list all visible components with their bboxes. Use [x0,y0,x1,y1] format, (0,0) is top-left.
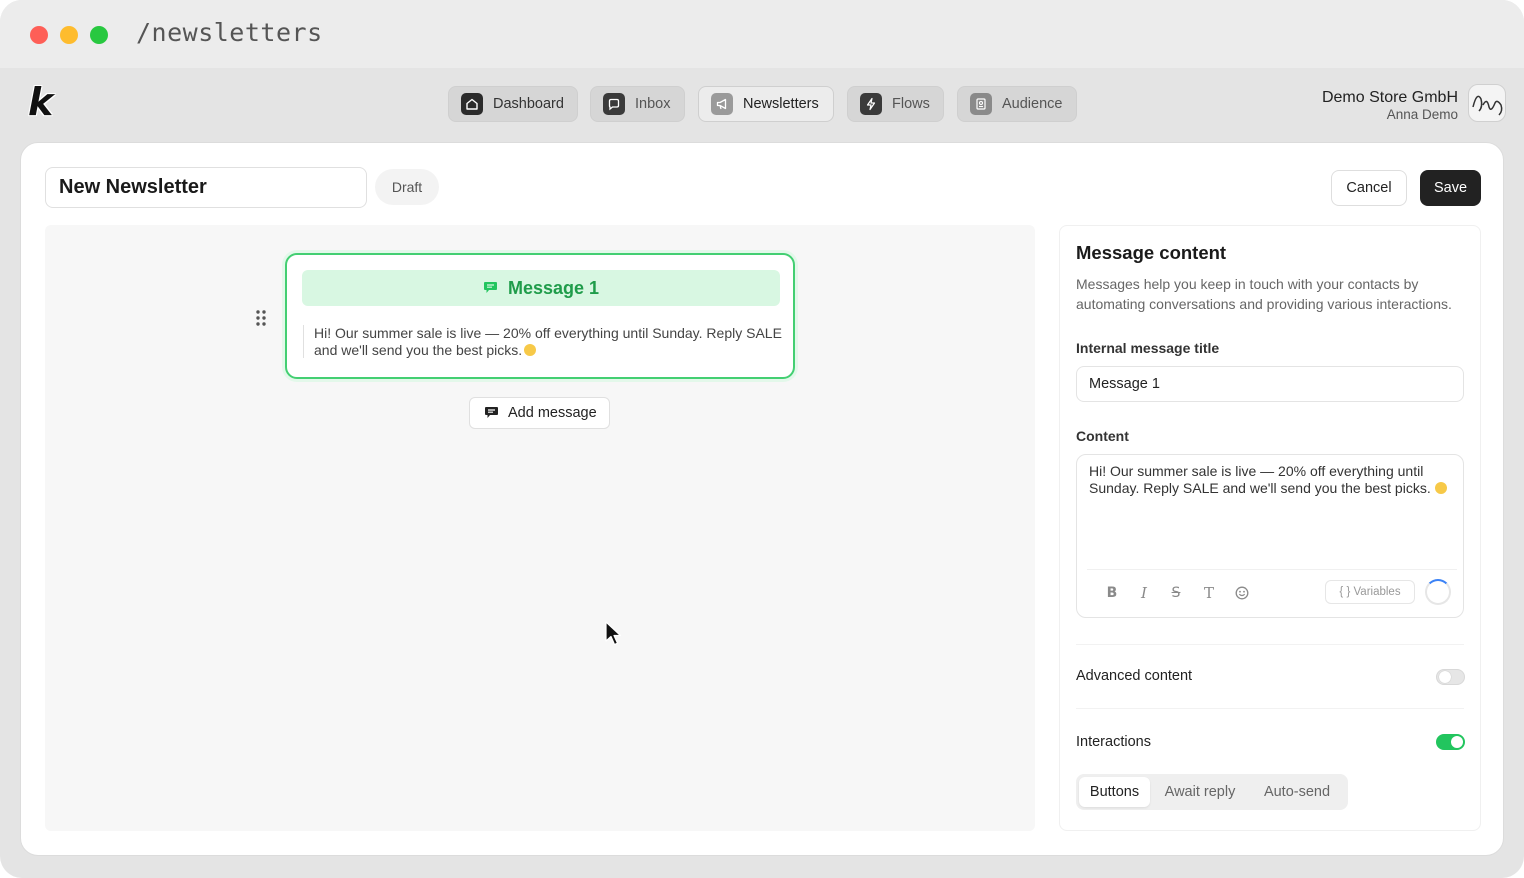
bold-icon[interactable]: B [1103,584,1121,602]
url-path: /newsletters [136,18,323,47]
panel-description: Messages help you keep in touch with you… [1076,276,1452,312]
variables-button[interactable]: { } Variables [1325,580,1415,604]
app-header: k Dashboard Inbox Newsletters Flows Audi… [0,68,1524,142]
editor-card: New Newsletter Draft Cancel Save Message… [20,142,1504,856]
signature-avatar-icon [1472,95,1503,116]
contact-card-icon [970,93,992,115]
newsletter-title-input[interactable]: New Newsletter [45,167,367,208]
store-name: Demo Store GmbH [1321,89,1458,106]
tab-buttons[interactable]: Buttons [1079,777,1150,807]
content-label: Content [1076,428,1129,444]
message-node-header: Message 1 [302,270,780,306]
text-style-icon[interactable]: T [1200,584,1218,602]
status-badge: Draft [375,169,439,205]
app-window: /newsletters k Dashboard Inbox Newslette… [0,0,1524,878]
nav-inbox[interactable]: Inbox [590,86,685,122]
add-message-label: Add message [508,405,597,421]
close-window-button[interactable] [30,26,48,44]
chat-bubble-icon [603,93,625,115]
lightning-icon [860,93,882,115]
nav-label: Flows [892,96,930,112]
window-titlebar: /newsletters [0,0,1524,68]
megaphone-icon [711,93,733,115]
internal-title-input[interactable]: Message 1 [1076,366,1464,402]
nav-newsletters[interactable]: Newsletters [698,86,834,122]
divider [1076,708,1464,709]
add-message-button[interactable]: Add message [469,397,610,429]
mouse-cursor-icon [605,621,622,646]
nav-label: Newsletters [743,96,819,112]
emoji-icon[interactable] [1233,584,1251,602]
save-button[interactable]: Save [1420,170,1481,206]
avatar[interactable] [1468,84,1506,122]
nav-label: Dashboard [493,96,564,112]
strikethrough-icon[interactable]: S [1167,584,1185,602]
advanced-content-toggle[interactable] [1436,669,1465,685]
message-preview-text: Hi! Our summer sale is live — 20% off ev… [314,325,782,358]
tab-auto-send[interactable]: Auto-send [1250,777,1344,807]
account-info[interactable]: Demo Store GmbH Anna Demo [1322,88,1458,123]
brand-logo[interactable]: k [28,82,64,122]
home-icon [461,93,483,115]
interaction-type-tabs: Buttons Await reply Auto-send [1076,774,1348,810]
message-icon [483,282,497,293]
cancel-button[interactable]: Cancel [1331,170,1407,206]
interactions-label: Interactions [1076,734,1151,750]
message-node-body: Hi! Our summer sale is live — 20% off ev… [303,325,783,358]
maximize-window-button[interactable] [90,26,108,44]
nav-dashboard[interactable]: Dashboard [448,86,578,122]
format-toolbar: B I S T { } Variables [1087,569,1457,613]
nav-audience[interactable]: Audience [957,86,1077,122]
message-node-title: Message 1 [507,277,600,298]
nav-label: Inbox [635,96,671,112]
flow-canvas[interactable]: Message 1 Hi! Our summer sale is live — … [45,225,1035,831]
smiley-emoji-icon [1434,481,1447,494]
content-value: Hi! Our summer sale is live — 20% off ev… [1089,463,1431,496]
nav-flows[interactable]: Flows [847,86,944,122]
minimize-window-button[interactable] [60,26,78,44]
user-name: Anna Demo [1386,107,1458,122]
nav-label: Audience [1002,96,1063,112]
panel-title: Message content [1076,242,1227,263]
italic-icon[interactable]: I [1135,584,1153,602]
divider [1076,644,1464,645]
message-content-panel: Message content Messages help you keep i… [1059,225,1481,831]
tab-await-reply[interactable]: Await reply [1154,777,1246,807]
content-editor[interactable]: Hi! Our summer sale is live — 20% off ev… [1076,454,1464,618]
drag-handle-icon[interactable] [253,309,269,327]
smiley-emoji-icon [524,343,537,356]
message-node[interactable]: Message 1 Hi! Our summer sale is live — … [285,253,795,379]
interactions-toggle[interactable] [1436,734,1465,750]
loading-spinner-icon [1425,579,1451,605]
internal-title-label: Internal message title [1076,340,1220,356]
content-text[interactable]: Hi! Our summer sale is live — 20% off ev… [1089,463,1449,496]
message-add-icon [485,407,498,418]
advanced-content-label: Advanced content [1076,668,1193,684]
